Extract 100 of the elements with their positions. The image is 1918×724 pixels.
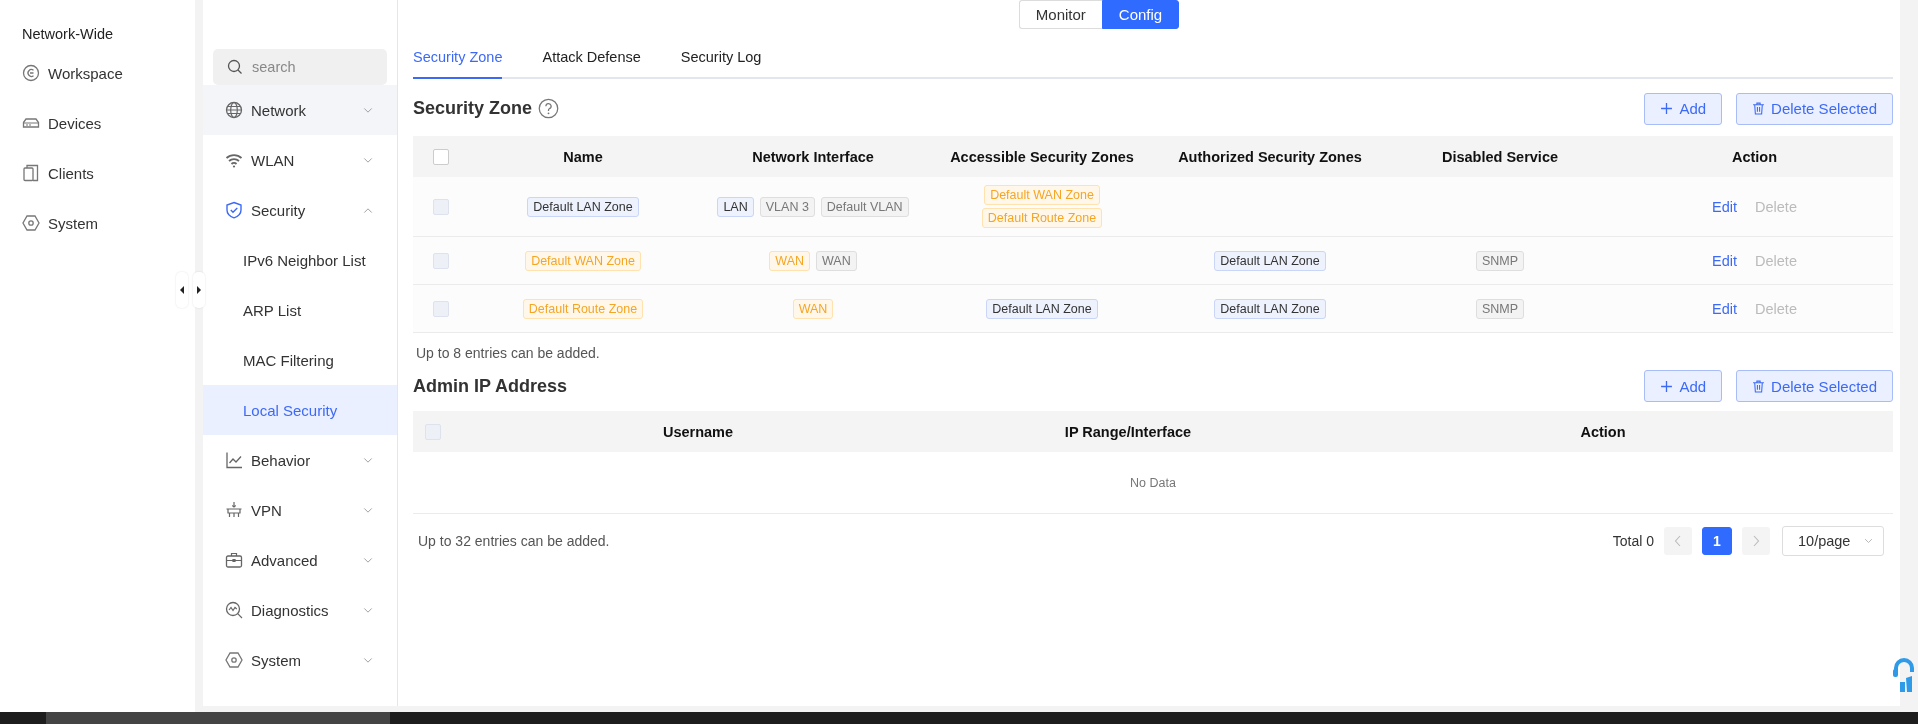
delete-button[interactable]: Delete Selected xyxy=(1736,92,1893,125)
c-circle-icon xyxy=(22,64,40,82)
mode-tab[interactable]: Monitor xyxy=(1018,0,1102,29)
network-nodes-icon xyxy=(225,501,243,519)
wifi-icon xyxy=(225,151,243,169)
tag: Default WAN Zone xyxy=(984,185,1100,205)
tag: Default LAN Zone xyxy=(1214,298,1326,319)
chevron-down-icon xyxy=(363,106,373,114)
search-field[interactable]: search xyxy=(213,49,387,85)
menu-label: Advanced xyxy=(251,551,319,569)
menu-label: Behavior xyxy=(251,451,312,469)
action-link[interactable]: Edit xyxy=(1712,252,1738,269)
add-button[interactable]: Add xyxy=(1644,92,1723,125)
tab[interactable]: Security Zone xyxy=(413,49,503,79)
menu-item[interactable]: Network xyxy=(203,85,397,135)
tag: SNMP xyxy=(1475,298,1525,319)
chevron-right-icon xyxy=(1752,535,1760,547)
column-header: Name xyxy=(562,148,604,165)
hexagon-icon xyxy=(22,214,40,232)
action-link[interactable]: Edit xyxy=(1712,300,1738,317)
tag: Default LAN Zone xyxy=(527,196,639,217)
tablet-icon xyxy=(22,164,40,182)
note-text: Up to 8 entries can be added. xyxy=(415,344,601,361)
section-title: Admin IP Address xyxy=(413,375,568,397)
trash-icon xyxy=(1752,102,1766,115)
submenu-item[interactable]: IPv6 Neighbor List xyxy=(203,235,397,285)
column-header: Username xyxy=(661,423,735,440)
nav-item[interactable]: System xyxy=(0,198,195,248)
mode-tab[interactable]: Config xyxy=(1101,0,1180,29)
column-header: Network Interface xyxy=(751,148,875,165)
action-link[interactable]: Edit xyxy=(1712,198,1738,215)
column-header: Action xyxy=(1730,148,1779,165)
section-title: Security Zone xyxy=(413,98,533,119)
chevron-down-icon xyxy=(363,456,373,464)
trash-icon xyxy=(1752,379,1766,393)
submenu-item[interactable]: Local Security xyxy=(203,385,397,435)
menu-item[interactable]: Advanced xyxy=(203,535,397,585)
delete-button[interactable]: Delete Selected xyxy=(1736,370,1893,402)
help-icon[interactable] xyxy=(538,98,560,119)
menu-item[interactable]: System xyxy=(203,635,397,685)
search-icon xyxy=(227,59,243,75)
magnifier-pulse-icon xyxy=(225,601,243,619)
tag: WAN xyxy=(792,298,834,319)
collapse-left-button[interactable] xyxy=(176,272,188,308)
tag: LAN xyxy=(717,196,754,217)
submenu-item[interactable]: ARP List xyxy=(203,285,397,335)
tag: WAN xyxy=(769,250,810,271)
briefcase-icon xyxy=(225,551,243,569)
nav-label: System xyxy=(48,214,98,232)
page-size-select[interactable]: 10/page xyxy=(1782,526,1884,556)
expand-right-button[interactable] xyxy=(193,272,205,308)
menu-label: System xyxy=(251,651,302,669)
menu-item[interactable]: Behavior xyxy=(203,435,397,485)
nav-label: Devices xyxy=(48,114,102,132)
nav-title: Network-Wide xyxy=(21,26,115,44)
globe-icon xyxy=(225,101,243,119)
taskbar-item[interactable] xyxy=(46,712,390,724)
empty-text: No Data xyxy=(1130,475,1176,490)
column-header: Accessible Security Zones xyxy=(949,148,1135,165)
tag: Default WAN Zone xyxy=(525,250,641,271)
chevron-left-icon xyxy=(1674,535,1682,547)
chevron-up-icon xyxy=(363,206,373,214)
tag: Default LAN Zone xyxy=(986,298,1098,319)
chevron-down-icon xyxy=(363,506,373,514)
tab[interactable]: Security Log xyxy=(680,49,762,79)
line-chart-icon xyxy=(225,451,243,469)
menu-item[interactable]: VPN xyxy=(203,485,397,535)
column-header: IP Range/Interface xyxy=(1063,423,1193,440)
menu-item[interactable]: Diagnostics xyxy=(203,585,397,635)
page-button[interactable]: 1 xyxy=(1702,527,1732,555)
menu-label: Network xyxy=(251,101,307,119)
nav-item[interactable]: Devices xyxy=(0,98,195,148)
menu-label: VPN xyxy=(251,501,283,519)
menu-item[interactable]: WLAN xyxy=(203,135,397,185)
chevron-down-icon xyxy=(363,656,373,664)
menu-label: WLAN xyxy=(251,151,296,169)
column-header: Disabled Service xyxy=(1440,148,1560,165)
column-header: Authorized Security Zones xyxy=(1177,148,1363,165)
menu-item[interactable]: Security xyxy=(203,185,397,235)
column-header: Action xyxy=(1579,423,1627,440)
tag: Default Route Zone xyxy=(522,298,644,319)
tag: VLAN 3 xyxy=(759,196,815,217)
checkbox[interactable] xyxy=(432,148,449,165)
add-button[interactable]: Add xyxy=(1644,370,1723,402)
total-count: Total 0 xyxy=(1612,533,1654,549)
nav-item[interactable]: Workspace xyxy=(0,48,195,98)
nav-label: Workspace xyxy=(48,64,123,82)
plus-icon xyxy=(1660,102,1674,115)
chevron-down-icon xyxy=(363,156,373,164)
plus-icon xyxy=(1660,379,1674,393)
chevron-down-icon xyxy=(1864,538,1873,544)
submenu-item[interactable]: MAC Filtering xyxy=(203,335,397,385)
triangle-left-icon xyxy=(179,285,185,295)
tag: Default VLAN xyxy=(820,196,909,217)
tab[interactable]: Attack Defense xyxy=(542,49,641,79)
triangle-right-icon xyxy=(196,285,202,295)
nav-item[interactable]: Clients xyxy=(0,148,195,198)
tag: WAN xyxy=(816,250,857,271)
hexagon-icon xyxy=(225,651,243,669)
chevron-down-icon xyxy=(363,606,373,614)
